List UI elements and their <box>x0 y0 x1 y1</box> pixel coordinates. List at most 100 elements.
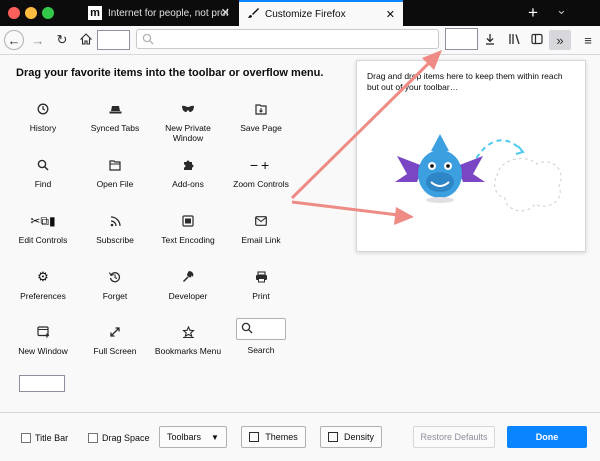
close-tab-icon[interactable]: ✕ <box>386 8 395 21</box>
item-label: Bookmarks Menu <box>154 346 222 356</box>
restore-defaults-button[interactable]: Restore Defaults <box>413 426 495 448</box>
palette-item-forget[interactable]: Forget <box>77 268 153 301</box>
item-label: Search <box>247 345 275 355</box>
checkbox-label: Drag Space <box>102 433 150 443</box>
toolbar-drop-placeholder[interactable] <box>445 28 478 50</box>
done-button[interactable]: Done <box>507 426 587 448</box>
double-chevron-icon: » <box>556 32 564 48</box>
forward-arrow-icon: → <box>31 32 45 48</box>
tab-title: Customize Firefox <box>265 8 346 20</box>
library-button[interactable] <box>504 30 524 50</box>
bookmarks-icon <box>150 323 226 341</box>
item-label: History <box>29 123 57 133</box>
sidebar-icon <box>531 33 543 48</box>
palette-item-bookmarks-menu[interactable]: Bookmarks Menu <box>150 323 226 356</box>
item-label: New Private Window <box>165 123 211 143</box>
rss-icon <box>77 212 153 230</box>
search-icon <box>241 322 253 336</box>
item-label: Email Link <box>241 235 281 245</box>
palette-item-search[interactable]: Search <box>223 318 299 355</box>
title-bar: m Internet for people, not profit — ✕ Cu… <box>0 0 600 26</box>
hamburger-menu-button[interactable]: ≡ <box>578 30 598 50</box>
search-box-preview <box>236 318 286 340</box>
overflow-panel[interactable]: Drag and drop items here to keep them wi… <box>356 60 586 252</box>
button-label: Toolbars <box>167 432 202 442</box>
tab-customize-firefox[interactable]: Customize Firefox ✕ <box>239 0 403 26</box>
title-bar-checkbox[interactable]: Title Bar <box>21 433 68 443</box>
palette-item-print[interactable]: Print <box>223 268 299 301</box>
forward-button[interactable]: → <box>28 30 48 50</box>
palette-item-subscribe[interactable]: Subscribe <box>77 212 153 245</box>
clock-icon <box>5 100 81 118</box>
palette-item-text-encoding[interactable]: Text Encoding <box>150 212 226 245</box>
palette-item-open-file[interactable]: Open File <box>77 156 153 189</box>
palette-item-zoom-controls[interactable]: −+ Zoom Controls <box>223 156 299 189</box>
themes-button[interactable]: Themes <box>241 426 306 448</box>
gear-icon: ⚙ <box>37 269 49 284</box>
sidebar-button[interactable] <box>527 30 547 50</box>
palette-drop-placeholder[interactable] <box>19 375 65 392</box>
home-icon <box>79 32 93 48</box>
reload-button[interactable]: ↻ <box>52 30 72 50</box>
maximize-window-button[interactable] <box>42 7 54 19</box>
downloads-button[interactable] <box>480 30 500 50</box>
item-label: Edit Controls <box>18 235 68 245</box>
download-icon <box>484 33 496 48</box>
item-label: Open File <box>96 179 134 189</box>
checkbox-box <box>88 433 98 443</box>
palette-item-edit-controls[interactable]: ✂⧉▮ Edit Controls <box>5 212 81 246</box>
chevron-down-icon: ▼ <box>211 432 219 442</box>
palette-item-new-private-window[interactable]: New Private Window <box>150 100 226 143</box>
item-label: Preferences <box>20 291 66 301</box>
palette-item-save-page[interactable]: Save Page <box>223 100 299 133</box>
tab-mozilla[interactable]: m Internet for people, not profit — ✕ <box>80 0 238 26</box>
forget-icon <box>77 268 153 286</box>
new-window-icon <box>5 323 81 341</box>
drag-space-checkbox[interactable]: Drag Space <box>88 433 150 443</box>
close-window-button[interactable] <box>8 7 20 19</box>
mozilla-favicon-icon: m <box>88 6 102 20</box>
checkbox-box <box>21 433 31 443</box>
puzzle-icon <box>150 156 226 174</box>
zoom-icon: −+ <box>249 157 273 173</box>
palette-item-synced-tabs[interactable]: Synced Tabs <box>77 100 153 133</box>
scissors-icon: ✂⧉▮ <box>30 213 56 228</box>
customize-footer: Title Bar Drag Space Toolbars ▼ Themes D… <box>0 412 600 461</box>
palette-item-new-window[interactable]: New Window <box>5 323 81 356</box>
fullscreen-icon <box>77 323 153 341</box>
item-label: Forget <box>102 291 128 301</box>
back-button[interactable]: ← <box>4 30 24 50</box>
reload-icon: ↻ <box>56 32 68 47</box>
toolbars-menu-button[interactable]: Toolbars ▼ <box>159 426 227 448</box>
mask-icon <box>150 100 226 118</box>
url-bar[interactable] <box>136 29 439 49</box>
home-button[interactable] <box>76 30 96 50</box>
palette-item-full-screen[interactable]: Full Screen <box>77 323 153 356</box>
tab-list-button[interactable]: ⌄ <box>556 2 567 18</box>
close-tab-icon[interactable]: ✕ <box>221 6 230 19</box>
item-label: Full Screen <box>93 346 137 356</box>
palette-item-find[interactable]: Find <box>5 156 81 189</box>
paintbrush-icon <box>247 7 259 22</box>
palette-item-developer[interactable]: Developer <box>150 268 226 301</box>
library-icon <box>508 33 521 48</box>
save-page-icon <box>223 100 299 118</box>
density-button[interactable]: Density <box>320 426 382 448</box>
item-label: Zoom Controls <box>233 179 289 189</box>
palette-item-email-link[interactable]: Email Link <box>223 212 299 245</box>
flexible-space-placeholder[interactable] <box>97 30 130 50</box>
overflow-menu-button[interactable]: » <box>549 30 571 50</box>
item-label: Print <box>252 291 270 301</box>
new-tab-button[interactable]: + <box>528 3 538 23</box>
item-label: Find <box>34 179 52 189</box>
palette-item-history[interactable]: History <box>5 100 81 133</box>
back-arrow-icon: ← <box>7 32 21 48</box>
density-icon <box>327 432 338 442</box>
tab-title: Internet for people, not profit — <box>108 7 228 19</box>
envelope-icon <box>223 212 299 230</box>
palette-item-add-ons[interactable]: Add-ons <box>150 156 226 189</box>
item-label: Developer <box>168 291 208 301</box>
item-label: Subscribe <box>96 235 134 245</box>
minimize-window-button[interactable] <box>25 7 37 19</box>
palette-item-preferences[interactable]: ⚙ Preferences <box>5 268 81 301</box>
